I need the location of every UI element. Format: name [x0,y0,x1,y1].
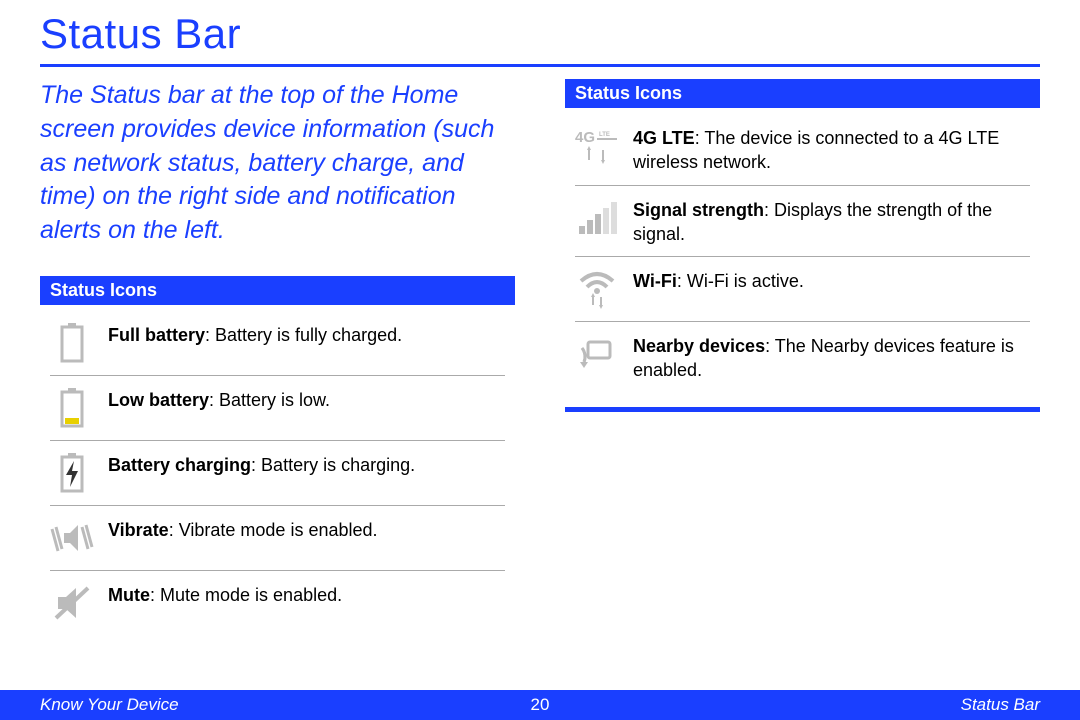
mute-icon [50,581,94,625]
item-desc: Vibrate: Vibrate mode is enabled. [108,516,378,542]
item-desc: Full battery: Battery is fully charged. [108,321,402,347]
section-header-right: Status Icons [565,79,1040,108]
list-item: Low battery: Battery is low. [50,376,505,441]
icon-list-left: Full battery: Battery is fully charged. … [40,305,515,635]
section-header-left: Status Icons [40,276,515,305]
vibrate-icon [50,516,94,560]
nearby-devices-icon [575,332,619,376]
item-desc: Low battery: Battery is low. [108,386,330,412]
content-columns: The Status bar at the top of the Home sc… [40,79,1040,635]
intro-text: The Status bar at the top of the Home sc… [40,79,515,248]
footer-page-number: 20 [531,695,550,715]
item-desc: 4G LTE: The device is connected to a 4G … [633,124,1030,175]
icon-list-right: 4G LTE 4G LTE: The device is connected t… [565,108,1040,393]
svg-text:4G: 4G [575,129,595,146]
footer-left: Know Your Device [40,695,179,715]
right-column: Status Icons 4G LTE 4G [565,79,1040,635]
item-desc: Wi-Fi: Wi-Fi is active. [633,267,804,293]
page-title: Status Bar [40,10,1040,58]
list-item: Vibrate: Vibrate mode is enabled. [50,506,505,571]
item-desc: Nearby devices: The Nearby devices featu… [633,332,1030,383]
wifi-icon [575,267,619,311]
list-item: Signal strength: Displays the strength o… [575,186,1030,258]
title-rule [40,64,1040,67]
low-battery-icon [50,386,94,430]
item-desc: Mute: Mute mode is enabled. [108,581,342,607]
list-item: Wi-Fi: Wi-Fi is active. [575,257,1030,322]
footer-right: Status Bar [961,695,1040,715]
lte-icon: 4G LTE [575,124,619,168]
item-desc: Signal strength: Displays the strength o… [633,196,1030,247]
page-footer: Know Your Device 20 Status Bar [0,690,1080,720]
list-item: 4G LTE 4G LTE: The device is connected t… [575,114,1030,186]
svg-text:LTE: LTE [599,132,610,138]
signal-strength-icon [575,196,619,240]
full-battery-icon [50,321,94,365]
list-item: Full battery: Battery is fully charged. [50,311,505,376]
list-item: Nearby devices: The Nearby devices featu… [575,322,1030,393]
battery-charging-icon [50,451,94,495]
list-item: Mute: Mute mode is enabled. [50,571,505,635]
item-desc: Battery charging: Battery is charging. [108,451,415,477]
list-item: Battery charging: Battery is charging. [50,441,505,506]
section-end-rule [565,407,1040,412]
left-column: The Status bar at the top of the Home sc… [40,79,515,635]
